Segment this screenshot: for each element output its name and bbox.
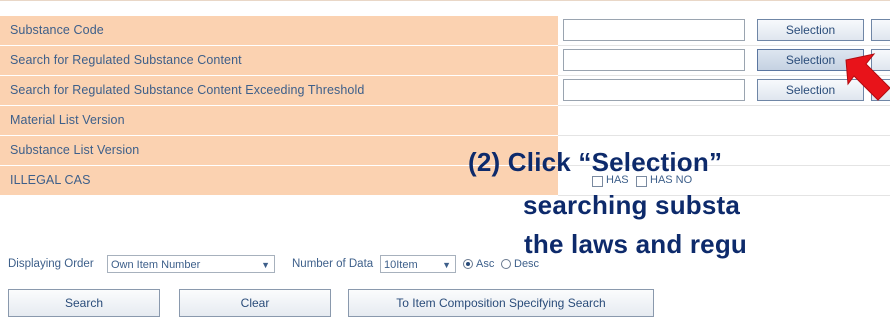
illegal-cas-label: ILLEGAL CAS: [10, 173, 91, 187]
row-material-list-version: Material List Version: [0, 106, 558, 136]
annotation-line-1: (2) Click “Selection”: [468, 147, 723, 177]
number-of-data-label: Number of Data: [292, 258, 374, 270]
chevron-down-icon: ▼: [261, 260, 270, 270]
clear-button[interactable]: Clear: [179, 289, 331, 317]
displaying-order-label: Displaying Order: [8, 258, 94, 270]
displaying-order-select[interactable]: Own Item Number ▼: [107, 255, 275, 273]
chevron-down-icon: ▼: [442, 260, 451, 270]
item-composition-search-button[interactable]: To Item Composition Specifying Search: [348, 289, 654, 317]
substance-code-label: Substance Code: [10, 23, 104, 37]
top-border: [0, 0, 890, 1]
sort-asc-radio[interactable]: [463, 259, 473, 269]
radio-dot-icon: [466, 262, 470, 266]
red-arrow-icon: [845, 53, 890, 101]
annotation-line-3: the laws and regu: [524, 229, 748, 259]
number-of-data-select[interactable]: 10Item ▼: [380, 255, 456, 273]
material-list-version-label: Material List Version: [10, 113, 125, 127]
regulated-substance-threshold-label: Search for Regulated Substance Content E…: [10, 83, 365, 97]
regulated-substance-content-label: Search for Regulated Substance Content: [10, 53, 242, 67]
search-button[interactable]: Search: [8, 289, 160, 317]
number-of-data-value: 10Item: [384, 259, 418, 271]
row-regulated-substance-content: Search for Regulated Substance Content: [0, 46, 558, 76]
sort-desc-radio[interactable]: [501, 259, 511, 269]
substance-code-input[interactable]: [563, 19, 745, 41]
sort-asc-label: Asc: [476, 258, 495, 270]
displaying-order-value: Own Item Number: [111, 259, 201, 271]
annotation-line-2: searching substa: [523, 190, 741, 220]
substance-code-clear-button[interactable]: [871, 19, 890, 41]
regulated-substance-threshold-input[interactable]: [563, 79, 745, 101]
substance-code-selection-button[interactable]: Selection: [757, 19, 864, 41]
row-material-list-version-right: [558, 106, 890, 136]
row-substance-code: Substance Code: [0, 16, 558, 46]
substance-list-version-label: Substance List Version: [10, 143, 140, 157]
row-regulated-substance-threshold: Search for Regulated Substance Content E…: [0, 76, 558, 106]
regulated-substance-content-input[interactable]: [563, 49, 745, 71]
